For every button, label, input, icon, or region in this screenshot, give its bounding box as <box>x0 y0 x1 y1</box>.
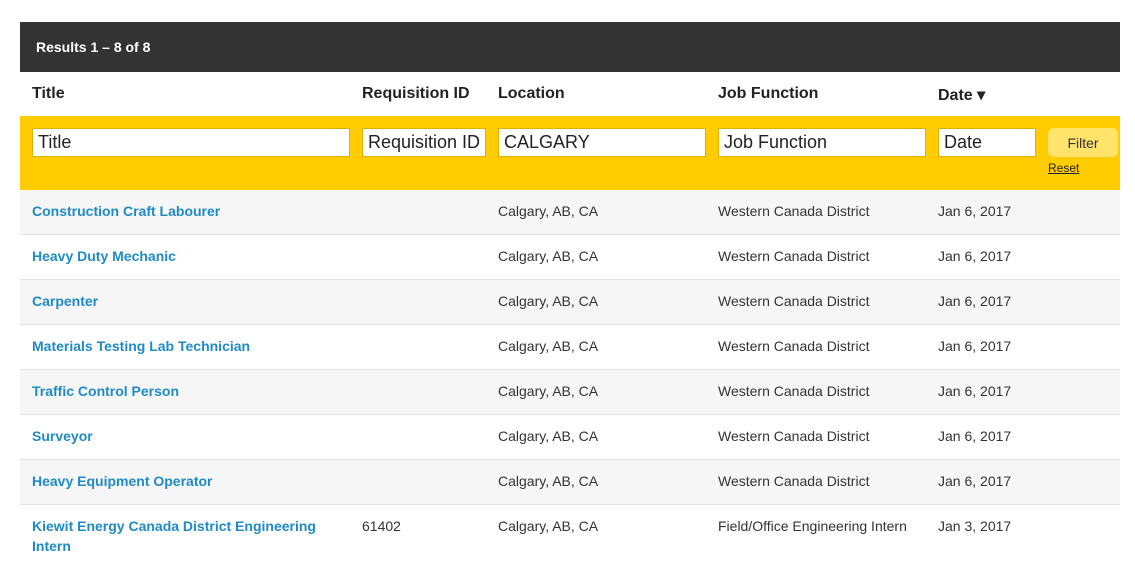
date-filter-input[interactable] <box>938 128 1036 157</box>
date-cell: Jan 6, 2017 <box>938 428 1012 444</box>
location-filter-input[interactable] <box>498 128 706 157</box>
date-cell: Jan 6, 2017 <box>938 248 1012 264</box>
job-title-link[interactable]: Materials Testing Lab Technician <box>32 336 342 356</box>
column-header-requisition-id[interactable]: Requisition ID <box>362 85 470 103</box>
column-header-location[interactable]: Location <box>498 85 565 103</box>
title-filter-input[interactable] <box>32 128 350 157</box>
requisition-id-cell: 61402 <box>362 518 401 534</box>
location-cell: Calgary, AB, CA <box>498 293 599 309</box>
job-title-link[interactable]: Construction Craft Labourer <box>32 201 342 221</box>
reset-link[interactable]: Reset <box>1048 161 1079 175</box>
job-title-link[interactable]: Carpenter <box>32 291 342 311</box>
table-row: Kiewit Energy Canada District Engineerin… <box>20 505 1120 560</box>
table-row: Heavy Duty Mechanic Calgary, AB, CA West… <box>20 235 1120 280</box>
table-row: Materials Testing Lab Technician Calgary… <box>20 325 1120 370</box>
requisition-id-filter-input[interactable] <box>362 128 486 157</box>
date-cell: Jan 6, 2017 <box>938 293 1012 309</box>
job-title-link[interactable]: Kiewit Energy Canada District Engineerin… <box>32 516 342 556</box>
filter-button[interactable]: Filter <box>1048 128 1118 157</box>
job-function-cell: Western Canada District <box>718 248 870 264</box>
job-function-cell: Field/Office Engineering Intern <box>718 518 907 534</box>
results-summary: Results 1 – 8 of 8 <box>20 22 1120 72</box>
job-title-link[interactable]: Heavy Equipment Operator <box>32 471 342 491</box>
table-row: Traffic Control Person Calgary, AB, CA W… <box>20 370 1120 415</box>
job-function-cell: Western Canada District <box>718 338 870 354</box>
table-row: Surveyor Calgary, AB, CA Western Canada … <box>20 415 1120 460</box>
job-results-table: Results 1 – 8 of 8 Title Requisition ID … <box>20 22 1120 560</box>
job-function-cell: Western Canada District <box>718 293 870 309</box>
filter-bar: Filter Reset <box>20 116 1120 190</box>
job-function-cell: Western Canada District <box>718 203 870 219</box>
date-cell: Jan 3, 2017 <box>938 518 1012 534</box>
column-header-date[interactable]: Date ▾ <box>938 85 985 105</box>
job-function-cell: Western Canada District <box>718 383 870 399</box>
table-row: Carpenter Calgary, AB, CA Western Canada… <box>20 280 1120 325</box>
location-cell: Calgary, AB, CA <box>498 473 599 489</box>
job-function-cell: Western Canada District <box>718 428 870 444</box>
location-cell: Calgary, AB, CA <box>498 428 599 444</box>
job-title-link[interactable]: Surveyor <box>32 426 342 446</box>
location-cell: Calgary, AB, CA <box>498 518 599 534</box>
job-function-cell: Western Canada District <box>718 473 870 489</box>
table-row: Construction Craft Labourer Calgary, AB,… <box>20 190 1120 235</box>
table-row: Heavy Equipment Operator Calgary, AB, CA… <box>20 460 1120 505</box>
location-cell: Calgary, AB, CA <box>498 338 599 354</box>
job-function-filter-input[interactable] <box>718 128 926 157</box>
date-cell: Jan 6, 2017 <box>938 383 1012 399</box>
job-title-link[interactable]: Heavy Duty Mechanic <box>32 246 342 266</box>
column-header-row: Title Requisition ID Location Job Functi… <box>20 72 1120 116</box>
date-cell: Jan 6, 2017 <box>938 203 1012 219</box>
job-title-link[interactable]: Traffic Control Person <box>32 381 342 401</box>
location-cell: Calgary, AB, CA <box>498 383 599 399</box>
location-cell: Calgary, AB, CA <box>498 248 599 264</box>
column-header-job-function[interactable]: Job Function <box>718 85 818 103</box>
date-cell: Jan 6, 2017 <box>938 473 1012 489</box>
column-header-title[interactable]: Title <box>32 85 65 103</box>
location-cell: Calgary, AB, CA <box>498 203 599 219</box>
date-cell: Jan 6, 2017 <box>938 338 1012 354</box>
